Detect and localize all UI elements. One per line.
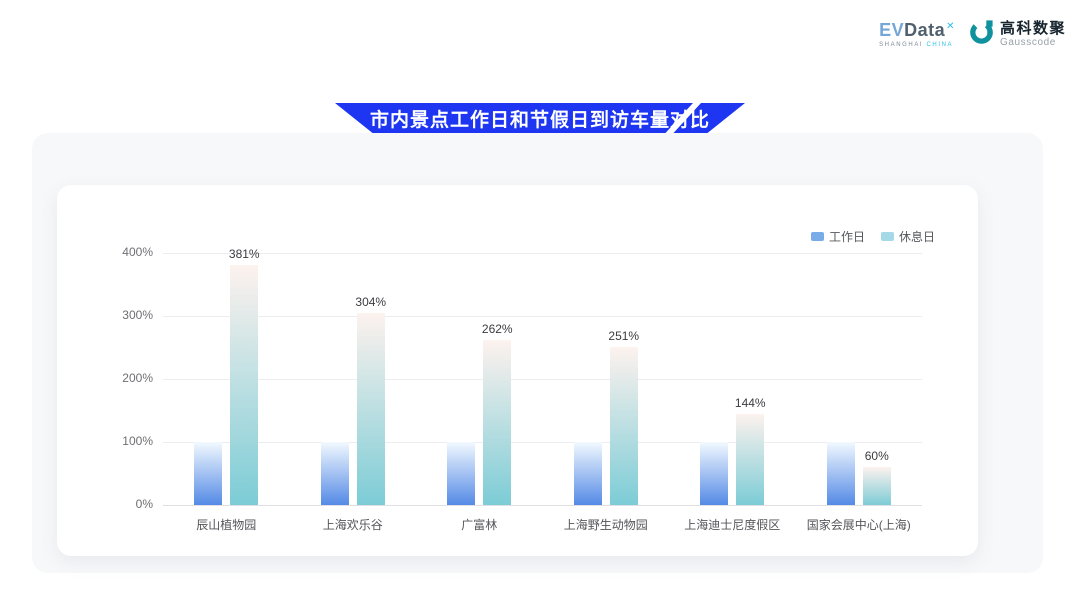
legend-swatch [881, 232, 894, 241]
evdata-subtext: SHANGHAI CHINA [879, 42, 955, 48]
bar-group: 251%上海野生动物园 [543, 253, 670, 505]
bar-workday [827, 442, 855, 505]
bar [230, 265, 258, 505]
category-label: 辰山植物园 [196, 516, 256, 533]
bar-value-label: 144% [735, 396, 766, 410]
bar [736, 414, 764, 505]
category-label: 国家会展中心(上海) [807, 516, 911, 533]
bar-group: 262%广富林 [416, 253, 543, 505]
bar-workday [574, 442, 602, 505]
bar-group: 381%辰山植物园 [163, 253, 290, 505]
bar [574, 442, 602, 505]
bar-workday [700, 442, 728, 505]
gausscode-en-label: Gausscode [1000, 37, 1066, 48]
gausscode-text: 高科数聚 Gausscode [1000, 20, 1066, 48]
bar [194, 442, 222, 505]
evdata-logo: EVData✕ SHANGHAI CHINA [879, 21, 955, 48]
gausscode-g-icon [968, 18, 995, 50]
bar-restday: 262% [483, 340, 511, 505]
bar-workday [194, 442, 222, 505]
evdata-wordmark: EVData✕ [879, 21, 955, 39]
gridline [163, 505, 922, 506]
y-axis-tick-label: 0% [97, 497, 153, 511]
chart-card: 工作日休息日 0%100%200%300%400%381%辰山植物园304%上海… [57, 185, 978, 556]
bar-value-label: 381% [229, 247, 260, 261]
category-label: 上海迪士尼度假区 [684, 516, 780, 533]
evdata-subtext-china: CHINA [926, 42, 953, 48]
logo-row: EVData✕ SHANGHAI CHINA 高科数聚 Gausscode [879, 18, 1066, 50]
bar [863, 467, 891, 505]
bar [827, 442, 855, 505]
bar [483, 340, 511, 505]
evdata-x-icon: ✕ [946, 21, 955, 32]
bar-group: 304%上海欢乐谷 [290, 253, 417, 505]
bar [610, 347, 638, 505]
bar-restday: 60% [863, 467, 891, 505]
chart-plot: 0%100%200%300%400%381%辰山植物园304%上海欢乐谷262%… [163, 253, 922, 505]
bar-groups: 381%辰山植物园304%上海欢乐谷262%广富林251%上海野生动物园144%… [163, 253, 922, 505]
legend-swatch [811, 232, 824, 241]
category-label: 上海野生动物园 [564, 516, 648, 533]
bar-value-label: 60% [865, 449, 889, 463]
legend-label: 休息日 [899, 228, 935, 245]
chart-legend: 工作日 休息日 [811, 228, 935, 245]
bar-value-label: 251% [608, 329, 639, 343]
bar-group: 144%上海迪士尼度假区 [669, 253, 796, 505]
bar-workday [447, 442, 475, 505]
bar-restday: 251% [610, 347, 638, 505]
y-axis-tick-label: 100% [97, 434, 153, 448]
bar-restday: 304% [357, 313, 385, 505]
gausscode-cn-label: 高科数聚 [1000, 20, 1066, 37]
category-label: 上海欢乐谷 [323, 516, 383, 533]
bar-value-label: 304% [355, 295, 386, 309]
bar-restday: 381% [230, 265, 258, 505]
legend-item-restday[interactable]: 休息日 [881, 228, 935, 245]
evdata-data-text: Data [904, 20, 945, 40]
bar-group: 60%国家会展中心(上海) [796, 253, 923, 505]
category-label: 广富林 [461, 516, 497, 533]
y-axis-tick-label: 200% [97, 371, 153, 385]
bar-restday: 144% [736, 414, 764, 505]
bar [700, 442, 728, 505]
bar [357, 313, 385, 505]
evdata-ev-text: EV [879, 20, 904, 40]
y-axis-tick-label: 400% [97, 245, 153, 259]
evdata-subtext-shanghai: SHANGHAI [879, 42, 923, 48]
gausscode-logo: 高科数聚 Gausscode [968, 18, 1066, 50]
legend-label: 工作日 [829, 228, 865, 245]
y-axis-tick-label: 300% [97, 308, 153, 322]
bar-value-label: 262% [482, 322, 513, 336]
bar-workday [321, 442, 349, 505]
legend-item-workday[interactable]: 工作日 [811, 228, 865, 245]
bar [321, 442, 349, 505]
bar [447, 442, 475, 505]
page: EVData✕ SHANGHAI CHINA 高科数聚 Gausscode [0, 0, 1080, 608]
